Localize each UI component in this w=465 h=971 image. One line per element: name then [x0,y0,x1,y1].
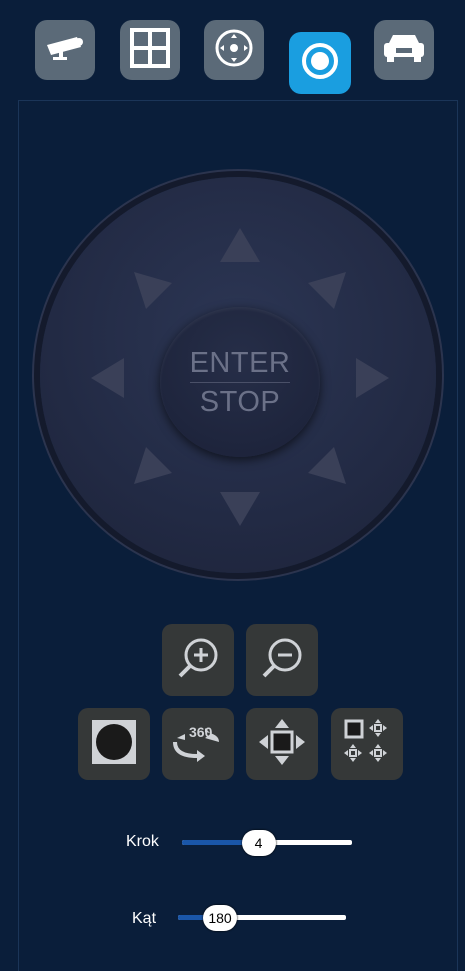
arrow-right-icon [356,358,389,398]
enter-label: ENTER [189,346,291,379]
pan-move-button[interactable] [246,708,318,780]
stop-label: STOP [199,385,281,418]
arrow-down-icon [220,492,260,526]
center-divider [190,381,290,383]
arrow-down-right-icon [308,447,346,484]
zoom-in-icon [174,634,222,687]
arrow-up-left-icon [134,272,172,309]
enter-stop-button[interactable]: ENTER STOP [160,307,320,457]
joystick-arrows [91,228,389,526]
multi-move-icon [342,717,392,772]
arrow-left-icon [91,358,124,398]
kat-label: Kąt [132,910,157,927]
pattern-button[interactable] [331,708,403,780]
arrow-up-icon [220,228,260,262]
krok-slider-thumb[interactable]: 4 [241,830,276,856]
tour-360-button[interactable]: 360 [162,708,234,780]
circle-icon [89,717,139,772]
rotate-360-icon: 360 [171,720,225,769]
zoom-out-button[interactable] [246,624,318,696]
krok-label: Krok [126,833,159,850]
move-icon [257,717,307,772]
kat-slider-thumb[interactable]: 180 [203,905,237,931]
zoom-out-icon [258,634,306,687]
zoom-in-button[interactable] [162,624,234,696]
preset-button[interactable] [78,708,150,780]
arrow-up-right-icon [308,272,346,309]
arrow-down-left-icon [134,447,172,484]
